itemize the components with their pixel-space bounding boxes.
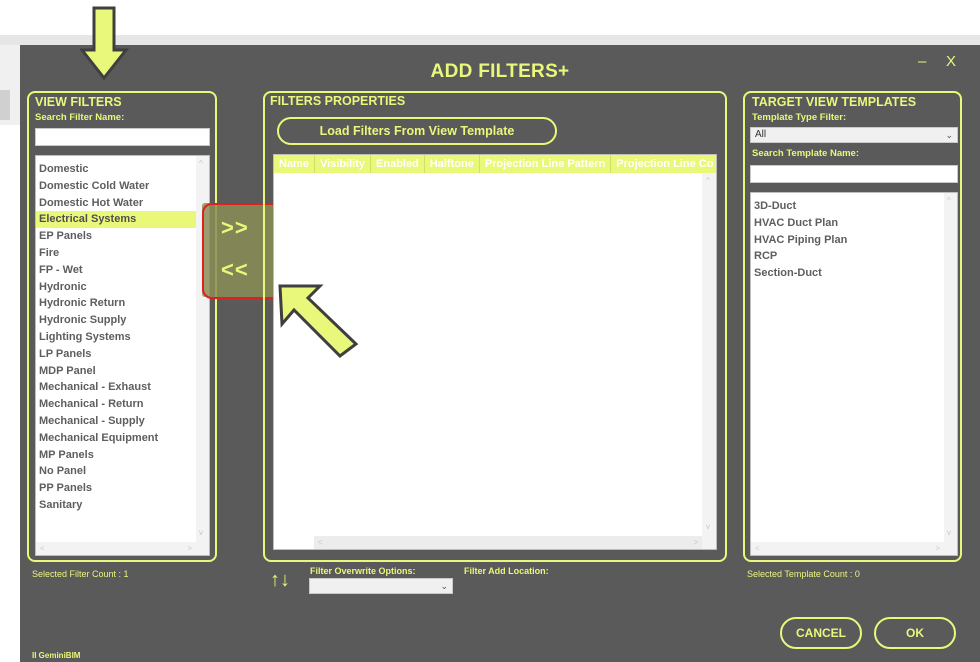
search-template-label: Search Template Name: bbox=[752, 148, 860, 159]
target-view-templates-panel: TARGET VIEW TEMPLATES Template Type Filt… bbox=[743, 91, 962, 562]
brand-label: II GeminiBIM bbox=[32, 651, 81, 660]
template-item[interactable]: RCP bbox=[751, 248, 944, 265]
scroll-left-icon[interactable]: < bbox=[318, 539, 323, 547]
filters-properties-title: FILTERS PROPERTIES bbox=[270, 94, 406, 108]
column-header[interactable]: Visibility bbox=[315, 155, 372, 173]
view-filter-item[interactable]: Domestic Hot Water bbox=[36, 195, 196, 212]
scroll-up-icon[interactable]: ^ bbox=[706, 177, 710, 185]
scroll-left-icon[interactable]: < bbox=[40, 545, 45, 553]
view-filter-item[interactable]: Mechanical - Exhaust bbox=[36, 379, 196, 396]
view-filter-item[interactable]: Mechanical Equipment bbox=[36, 430, 196, 447]
view-filter-item[interactable]: Domestic Cold Water bbox=[36, 178, 196, 195]
template-item[interactable]: HVAC Piping Plan bbox=[751, 232, 944, 249]
view-filter-item[interactable]: Domestic bbox=[36, 161, 196, 178]
grid-hscroll[interactable]: < > bbox=[314, 536, 702, 549]
view-filter-item[interactable]: PP Panels bbox=[36, 480, 196, 497]
view-filter-item[interactable]: EP Panels bbox=[36, 228, 196, 245]
view-filter-item[interactable]: Mechanical - Supply bbox=[36, 413, 196, 430]
scroll-right-icon[interactable]: > bbox=[935, 545, 940, 553]
view-filter-item[interactable]: Hydronic bbox=[36, 279, 196, 296]
template-item[interactable]: 3D-Duct bbox=[751, 198, 944, 215]
view-filter-item[interactable]: Fire bbox=[36, 245, 196, 262]
templates-hscroll[interactable]: < > bbox=[751, 542, 944, 555]
scroll-up-icon[interactable]: ^ bbox=[199, 160, 203, 168]
view-filter-item[interactable]: Hydronic Return bbox=[36, 295, 196, 312]
view-filter-item[interactable]: MDP Panel bbox=[36, 363, 196, 380]
scroll-left-icon[interactable]: < bbox=[755, 545, 760, 553]
chevron-down-icon: ⌄ bbox=[945, 130, 953, 140]
view-filter-item[interactable]: Sanitary bbox=[36, 497, 196, 514]
column-header[interactable]: Projection Line Pattern bbox=[480, 155, 612, 173]
host-app-bar bbox=[0, 35, 980, 45]
view-filter-item[interactable]: MP Panels bbox=[36, 447, 196, 464]
chevron-down-icon: ⌄ bbox=[440, 581, 448, 591]
scroll-right-icon[interactable]: > bbox=[187, 545, 192, 553]
view-filter-item[interactable]: FP - Wet bbox=[36, 262, 196, 279]
view-filter-item[interactable]: Hydronic Supply bbox=[36, 312, 196, 329]
column-header[interactable]: Halftone bbox=[425, 155, 480, 173]
overwrite-options-label: Filter Overwrite Options: bbox=[310, 566, 416, 576]
add-filters-dialog: ADD FILTERS+ – X VIEW FILTERS Search Fil… bbox=[20, 45, 980, 662]
target-templates-title: TARGET VIEW TEMPLATES bbox=[752, 95, 917, 109]
grid-vscroll[interactable]: ^ v bbox=[702, 173, 716, 549]
column-header[interactable]: Enabled bbox=[371, 155, 425, 173]
template-item[interactable]: HVAC Duct Plan bbox=[751, 215, 944, 232]
search-filter-input[interactable] bbox=[35, 128, 210, 146]
template-type-label: Template Type Filter: bbox=[752, 112, 847, 123]
view-filters-title: VIEW FILTERS bbox=[35, 95, 122, 109]
view-filter-item[interactable]: Electrical Systems bbox=[36, 211, 196, 229]
view-filters-panel: VIEW FILTERS Search Filter Name: Domesti… bbox=[27, 91, 217, 562]
column-header[interactable]: Projection Line Co bbox=[611, 155, 716, 173]
selected-filter-count: Selected Filter Count : 1 bbox=[32, 569, 129, 579]
view-filter-item[interactable]: LP Panels bbox=[36, 346, 196, 363]
search-filter-label: Search Filter Name: bbox=[35, 112, 125, 123]
reorder-arrows-icon[interactable]: ↑↓ bbox=[270, 569, 290, 592]
overwrite-options-select[interactable]: ⌄ bbox=[309, 578, 453, 594]
grid-header: Name Visibility Enabled Halftone Projection … bbox=[274, 155, 716, 173]
template-type-select[interactable]: All ⌄ bbox=[750, 127, 958, 143]
close-button[interactable]: X bbox=[946, 53, 956, 70]
template-type-value: All bbox=[755, 129, 767, 140]
dialog-title: ADD FILTERS+ bbox=[430, 61, 570, 82]
view-filters-list[interactable]: Domestic Domestic Cold Water Domestic Hot … bbox=[35, 155, 210, 556]
host-app-side-mark bbox=[0, 90, 10, 120]
column-header[interactable]: Name bbox=[274, 155, 315, 173]
view-filter-item[interactable]: Lighting Systems bbox=[36, 329, 196, 346]
template-item[interactable]: Section-Duct bbox=[751, 265, 944, 282]
search-template-input[interactable] bbox=[750, 165, 958, 183]
cancel-button[interactable]: CANCEL bbox=[780, 617, 862, 649]
scroll-right-icon[interactable]: > bbox=[693, 539, 698, 547]
top-background bbox=[0, 0, 980, 35]
add-location-label: Filter Add Location: bbox=[464, 566, 549, 576]
load-filters-button[interactable]: Load Filters From View Template bbox=[277, 117, 557, 145]
selected-template-count: Selected Template Count : 0 bbox=[747, 569, 860, 579]
scroll-down-icon[interactable]: v bbox=[706, 523, 710, 531]
ok-button[interactable]: OK bbox=[874, 617, 956, 649]
view-filter-item[interactable]: No Panel bbox=[36, 463, 196, 480]
pointer-arrow-annotation-icon bbox=[278, 284, 359, 358]
target-templates-list[interactable]: 3D-Duct HVAC Duct Plan HVAC Piping Plan RCP… bbox=[750, 192, 958, 556]
down-arrow-annotation-icon bbox=[80, 6, 130, 81]
minimize-button[interactable]: – bbox=[918, 53, 926, 70]
view-filter-item[interactable]: Mechanical - Return bbox=[36, 396, 196, 413]
screen: ADD FILTERS+ – X VIEW FILTERS Search Fil… bbox=[0, 0, 980, 662]
view-filters-hscroll[interactable]: < > bbox=[36, 542, 196, 555]
templates-vscroll[interactable]: ^ v bbox=[944, 193, 957, 555]
scroll-down-icon[interactable]: v bbox=[947, 529, 951, 537]
scroll-up-icon[interactable]: ^ bbox=[947, 197, 951, 205]
scroll-down-icon[interactable]: v bbox=[199, 529, 203, 537]
